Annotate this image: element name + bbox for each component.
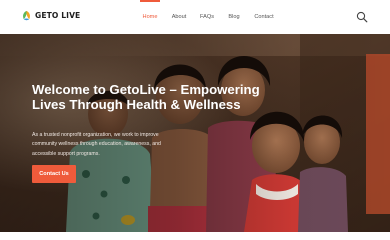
nav-item-faqs[interactable]: FAQs	[193, 0, 221, 34]
hero-section: Welcome to GetoLive – Empowering Lives T…	[0, 34, 390, 232]
hero-title: Welcome to GetoLive – Empowering Lives T…	[32, 82, 260, 112]
page-bottom-strip	[0, 232, 390, 240]
search-icon[interactable]	[356, 11, 368, 23]
brand-name: GETO LIVE	[35, 11, 81, 20]
nav-item-blog[interactable]: Blog	[221, 0, 247, 34]
hero-description: As a trusted nonprofit organization, we …	[32, 132, 161, 157]
contact-us-button[interactable]: Contact Us	[32, 165, 76, 183]
nav-item-about[interactable]: About	[165, 0, 193, 34]
main-nav: Home About FAQs Blog Contact	[136, 0, 279, 34]
nav-item-contact[interactable]: Contact	[249, 0, 279, 34]
logo[interactable]: GETO LIVE	[21, 10, 80, 21]
site-header: GETO LIVE Home About FAQs Blog Contact	[0, 0, 390, 34]
leaf-logo-icon	[23, 10, 30, 21]
nav-item-home[interactable]: Home	[136, 0, 164, 34]
